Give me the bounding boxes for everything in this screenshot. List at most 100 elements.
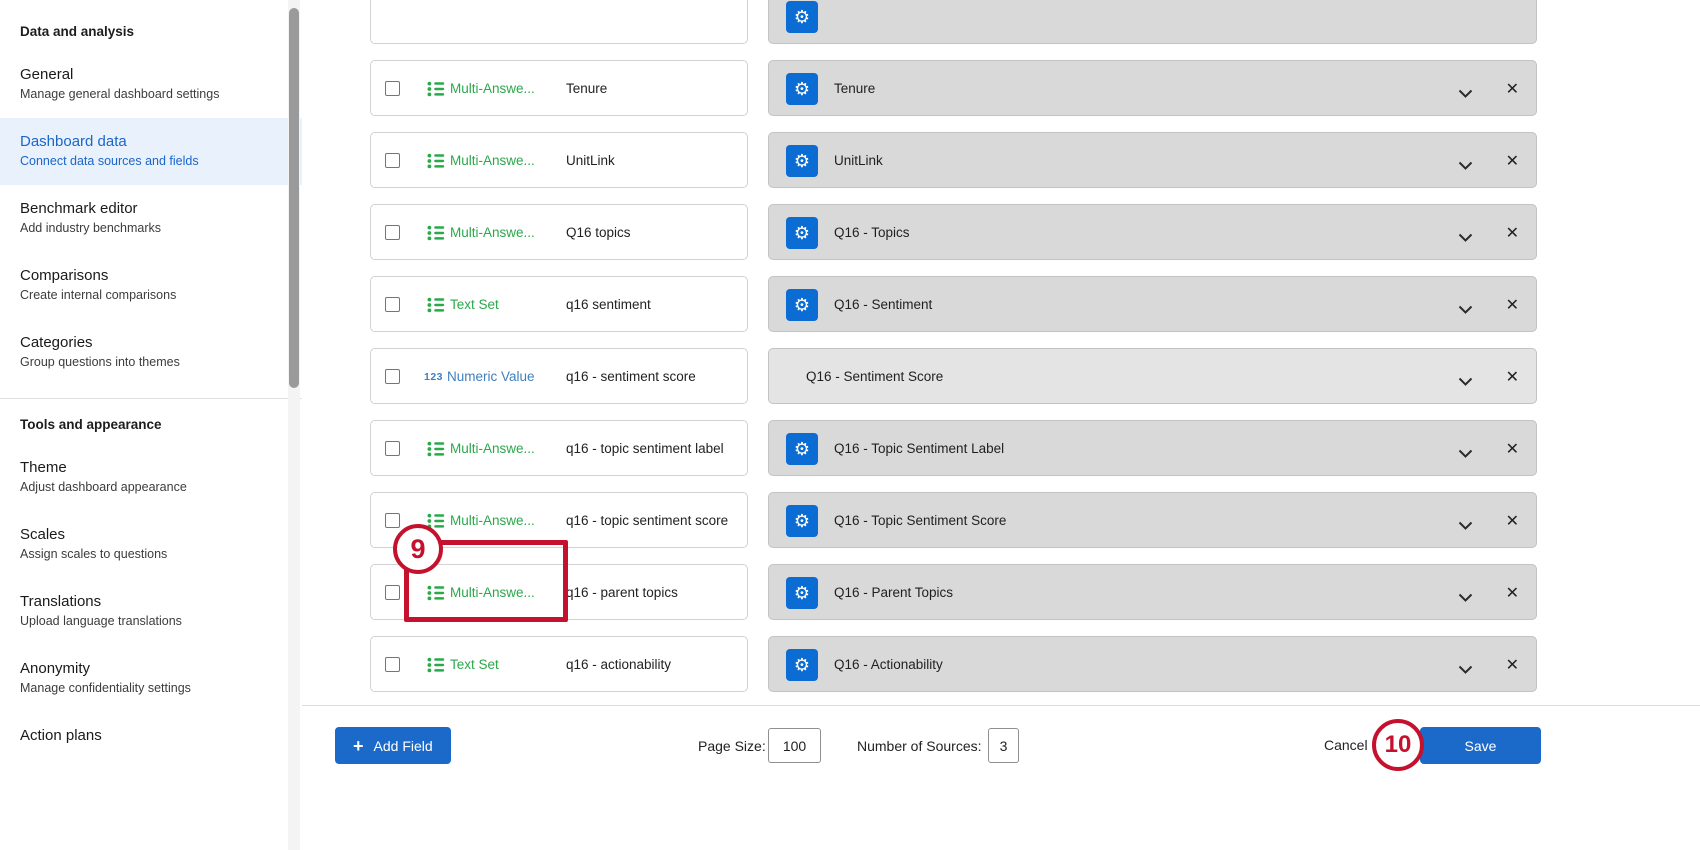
field-settings-gear-button[interactable]: ⚙ xyxy=(786,217,818,249)
field-row-q16-sentiment-score: 123Numeric Valueq16 - sentiment score Q16… xyxy=(302,348,1537,404)
field-settings-gear-button[interactable]: ⚙ xyxy=(786,145,818,177)
sidebar-item-description: Upload language translations xyxy=(20,614,282,629)
chevron-down-icon[interactable] xyxy=(1458,445,1473,463)
page-size-label: Page Size: xyxy=(698,738,766,754)
remove-field-icon[interactable]: ✕ xyxy=(1506,151,1519,171)
field-checkbox[interactable] xyxy=(385,153,400,168)
field-checkbox[interactable] xyxy=(385,657,400,672)
sidebar-item-translations[interactable]: Translations Upload language translations xyxy=(0,578,302,645)
chevron-down-icon[interactable] xyxy=(1458,157,1473,175)
field-row-q16-sentiment: Text Setq16 sentiment⚙Q16 - Sentiment✕ xyxy=(302,276,1537,332)
field-checkbox[interactable] xyxy=(385,297,400,312)
text-set-icon xyxy=(427,657,445,673)
field-name: Q16 topics xyxy=(566,225,631,240)
sidebar-item-scales[interactable]: ScalesAssign scales to questions xyxy=(0,511,302,578)
field-row-q16-parent-topics: Multi-Answe...q16 - parent topics ⚙Q16 - … xyxy=(302,564,1537,620)
sidebar-item-label: Translations xyxy=(20,593,282,611)
field-row-unitlink: Multi-Answe...UnitLink⚙UnitLink✕ xyxy=(302,132,1537,188)
sidebar-item-categories[interactable]: CategoriesGroup questions into themes xyxy=(0,319,302,386)
field-settings-gear-button[interactable]: ⚙ xyxy=(786,433,818,465)
sidebar-item-comparisons[interactable]: ComparisonsCreate internal comparisons xyxy=(0,252,302,319)
field-checkbox[interactable] xyxy=(385,441,400,456)
add-field-button[interactable]: + Add Field xyxy=(335,727,451,764)
remove-field-icon[interactable]: ✕ xyxy=(1506,223,1519,243)
field-name: q16 - sentiment score xyxy=(566,369,696,384)
chevron-down-icon[interactable] xyxy=(1458,589,1473,607)
remove-field-icon[interactable]: ✕ xyxy=(1506,655,1519,675)
mapped-field-card: ⚙UnitLink✕ xyxy=(768,132,1537,188)
mapped-field-card: ⚙ Q16 - Topic Sentiment Label ✕ xyxy=(768,420,1537,476)
remove-field-icon[interactable]: ✕ xyxy=(1506,583,1519,603)
field-checkbox[interactable] xyxy=(385,513,400,528)
sidebar-item-action-plans[interactable]: Action plans xyxy=(0,712,302,761)
sidebar-item-description: Connect data sources and fields xyxy=(20,154,282,169)
multi-answer-icon xyxy=(427,585,445,601)
chevron-down-icon[interactable] xyxy=(1458,661,1473,679)
field-checkbox[interactable] xyxy=(385,81,400,96)
sidebar-item-label: Comparisons xyxy=(20,267,282,285)
source-field-card: Multi-Answe...Q16 topics xyxy=(370,204,748,260)
settings-sidebar: Data and analysisGeneralManage general d… xyxy=(0,0,302,850)
field-settings-gear-button[interactable]: ⚙ xyxy=(786,577,818,609)
field-row-q16-actionability: Text Setq16 - actionability ⚙ Q16 - Action… xyxy=(302,636,1537,692)
sidebar-item-description: Manage general dashboard settings xyxy=(20,87,282,102)
field-name: q16 sentiment xyxy=(566,297,651,312)
field-row-partial: ⚙ xyxy=(302,0,1537,44)
chevron-down-icon[interactable] xyxy=(1458,373,1473,391)
chevron-down-icon[interactable] xyxy=(1458,517,1473,535)
source-field-card: 123Numeric Valueq16 - sentiment score xyxy=(370,348,748,404)
field-settings-gear-button[interactable]: ⚙ xyxy=(786,649,818,681)
cancel-button[interactable]: Cancel xyxy=(1324,737,1368,753)
field-checkbox[interactable] xyxy=(385,585,400,600)
sidebar-item-benchmark-editor[interactable]: Benchmark editorAdd industry benchmarks xyxy=(0,185,302,252)
sidebar-scrollbar-thumb[interactable] xyxy=(289,8,299,388)
page-size-input[interactable] xyxy=(768,728,821,763)
sidebar-item-general[interactable]: General Manage general dashboard settings xyxy=(0,51,302,118)
mapped-field-card: ⚙Q16 - Parent Topics✕ xyxy=(768,564,1537,620)
mapped-field-label: Q16 - Topic Sentiment Score xyxy=(834,513,1006,528)
sidebar-item-label: Anonymity xyxy=(20,660,282,678)
mapped-field-card: ⚙ xyxy=(768,0,1537,44)
field-settings-gear-button[interactable]: ⚙ xyxy=(786,73,818,105)
mapped-field-label: Q16 - Actionability xyxy=(834,657,943,672)
remove-field-icon[interactable]: ✕ xyxy=(1506,367,1519,387)
save-button[interactable]: Save xyxy=(1420,727,1541,764)
chevron-down-icon[interactable] xyxy=(1458,229,1473,247)
text-set-icon xyxy=(427,297,445,313)
field-checkbox[interactable] xyxy=(385,369,400,384)
source-field-card: Text Setq16 - actionability xyxy=(370,636,748,692)
field-mapping-list: ⚙Multi-Answe...Tenure⚙Tenure✕Multi-Answe… xyxy=(302,0,1700,705)
sidebar-item-description: Manage confidentiality settings xyxy=(20,681,282,696)
field-settings-gear-button[interactable]: ⚙ xyxy=(786,1,818,33)
sidebar-item-label: Categories xyxy=(20,334,282,352)
field-name: q16 - parent topics xyxy=(566,585,678,600)
mapped-field-label: Q16 - Sentiment xyxy=(834,297,932,312)
chevron-down-icon[interactable] xyxy=(1458,85,1473,103)
field-row-q16-topics: Multi-Answe...Q16 topics ⚙Q16 - Topics✕ xyxy=(302,204,1537,260)
mapped-field-card: Q16 - Sentiment Score✕ xyxy=(768,348,1537,404)
sidebar-item-dashboard-data[interactable]: Dashboard dataConnect data sources and f… xyxy=(0,118,302,185)
multi-answer-icon xyxy=(427,513,445,529)
sidebar-item-anonymity[interactable]: Anonymity Manage confidentiality settings xyxy=(0,645,302,712)
sidebar-item-theme[interactable]: ThemeAdjust dashboard appearance xyxy=(0,444,302,511)
source-field-card: Multi-Answe...q16 - parent topics xyxy=(370,564,748,620)
sidebar-item-label: General xyxy=(20,66,282,84)
chevron-down-icon[interactable] xyxy=(1458,301,1473,319)
multi-answer-icon xyxy=(427,225,445,241)
field-type-label: Multi-Answe... xyxy=(450,441,535,456)
sidebar-item-label: Scales xyxy=(20,526,282,544)
remove-field-icon[interactable]: ✕ xyxy=(1506,439,1519,459)
remove-field-icon[interactable]: ✕ xyxy=(1506,79,1519,99)
remove-field-icon[interactable]: ✕ xyxy=(1506,295,1519,315)
sidebar-item-label: Benchmark editor xyxy=(20,200,282,218)
mapped-field-card: ⚙Q16 - Topics✕ xyxy=(768,204,1537,260)
field-settings-gear-button[interactable]: ⚙ xyxy=(786,289,818,321)
field-row-q16-topic-sentiment-score: Multi-Answe...q16 - topic sentiment scor… xyxy=(302,492,1537,548)
field-checkbox[interactable] xyxy=(385,225,400,240)
remove-field-icon[interactable]: ✕ xyxy=(1506,511,1519,531)
multi-answer-icon xyxy=(427,153,445,169)
number-of-sources-input[interactable] xyxy=(988,728,1019,763)
sidebar-item-label: Action plans xyxy=(20,727,282,745)
mapped-field-label: Q16 - Topic Sentiment Label xyxy=(834,441,1004,456)
field-settings-gear-button[interactable]: ⚙ xyxy=(786,505,818,537)
